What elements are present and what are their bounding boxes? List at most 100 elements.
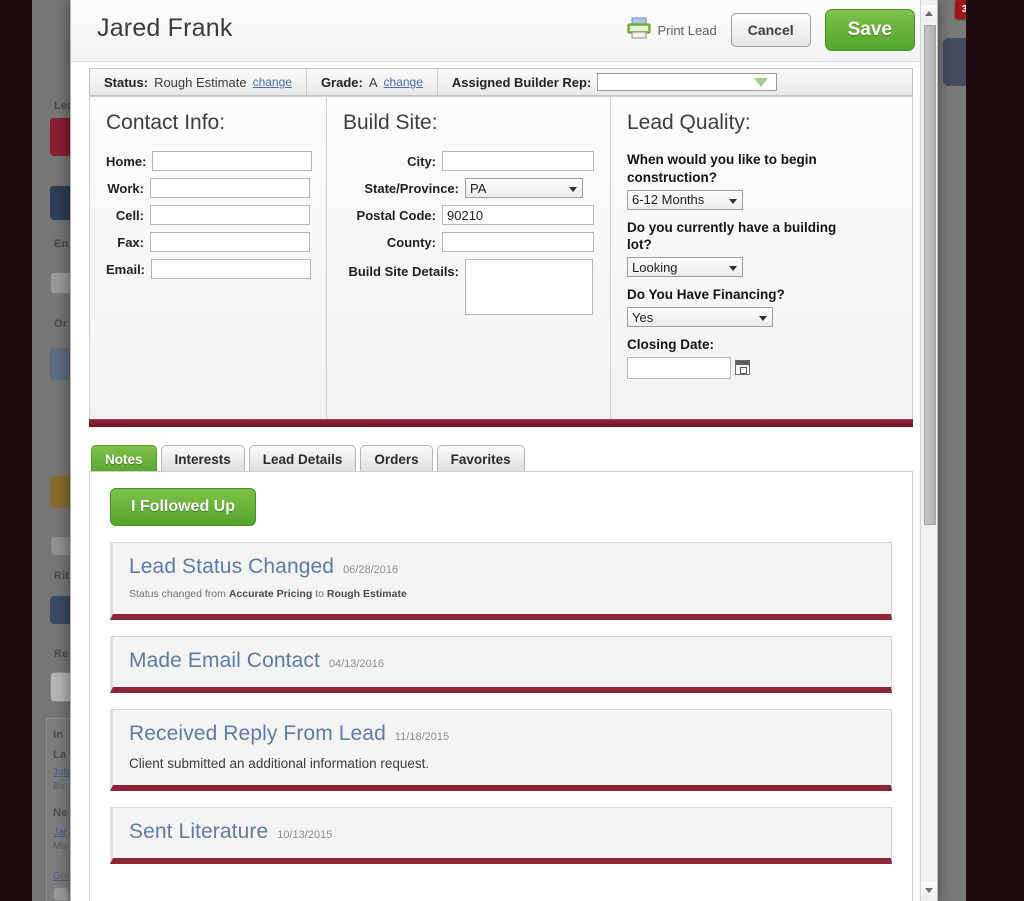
- state-value: PA: [470, 180, 487, 196]
- note-body: Client submitted an additional informati…: [129, 756, 430, 771]
- build-site-details-textarea[interactable]: [465, 259, 593, 315]
- i-followed-up-button[interactable]: I Followed Up: [110, 488, 256, 526]
- cell-phone-input[interactable]: [150, 205, 310, 225]
- save-button[interactable]: Save: [824, 9, 915, 51]
- closing-date-row: [627, 356, 896, 379]
- screen: Lea En Or Rit Re In La Joh Bir Ne Jar Mo…: [0, 0, 1024, 901]
- note-title: Sent Literature: [129, 820, 269, 843]
- contact-info-title: Contact Info:: [106, 111, 226, 134]
- info-row-2-link[interactable]: Gre: [53, 871, 70, 882]
- county-input[interactable]: [442, 232, 594, 252]
- notes-panel: I Followed Up Lead Status Changed 06/28/…: [89, 471, 913, 901]
- note-card[interactable]: Sent Literature 10/13/2015: [110, 807, 892, 864]
- info-row-0-sub: Bir: [53, 781, 66, 792]
- lead-quality-title: Lead Quality:: [627, 111, 751, 134]
- closing-date-input[interactable]: [627, 356, 731, 379]
- scroll-up-arrow[interactable]: [921, 5, 937, 22]
- page-title: Jared Frank: [97, 14, 233, 42]
- modal-scrollbar[interactable]: [920, 0, 937, 901]
- tab-interests[interactable]: Interests: [160, 445, 245, 472]
- info-row-1-link[interactable]: Jar: [53, 827, 67, 838]
- grade-value: A: [368, 74, 378, 90]
- field-row-home: Home:: [106, 151, 313, 171]
- sidebar-label-4: Re: [54, 648, 69, 660]
- scrollbar-thumb[interactable]: [924, 25, 936, 525]
- tab-orders[interactable]: Orders: [360, 445, 433, 472]
- fax-label: Fax:: [117, 235, 144, 250]
- field-row-fax: Fax:: [106, 232, 310, 252]
- note-date: 10/13/2015: [277, 829, 333, 841]
- chevron-down-icon: [729, 198, 737, 204]
- financing-value: Yes: [632, 309, 654, 325]
- note-header: Received Reply From Lead 11/18/2015: [129, 722, 875, 746]
- header-actions: Print Lead Cancel Save: [627, 9, 915, 51]
- print-lead-button[interactable]: Print Lead: [627, 17, 717, 44]
- fax-input[interactable]: [150, 232, 310, 252]
- note-header: Sent Literature 10/13/2015: [129, 820, 875, 844]
- sidebar-label-2: Or: [54, 318, 68, 330]
- note-title: Lead Status Changed: [129, 555, 335, 578]
- financing-label: Do You Have Financing?: [627, 287, 785, 303]
- grade-change-link[interactable]: change: [384, 75, 423, 89]
- building-lot-select[interactable]: Looking: [627, 257, 743, 278]
- build-site-details-label: Build Site Details:: [348, 264, 459, 279]
- note-body-mid: to: [312, 588, 327, 600]
- field-row-postal: Postal Code:: [343, 205, 594, 225]
- tab-notes[interactable]: Notes: [91, 445, 157, 472]
- city-input[interactable]: [442, 151, 594, 171]
- tab-lead-details[interactable]: Lead Details: [248, 445, 357, 472]
- page-backdrop-right: [966, 0, 1024, 901]
- sidebar-label-1: En: [54, 238, 69, 250]
- status-cell: Status: Rough Estimate change: [90, 69, 306, 95]
- info-row-2-icon: [53, 887, 69, 901]
- cell-label: Cell:: [115, 208, 144, 223]
- postal-code-input[interactable]: [442, 205, 594, 225]
- tab-bar: Notes Interests Lead Details Orders Favo…: [91, 442, 525, 472]
- note-body-from-status: Accurate Pricing: [228, 588, 313, 600]
- state-select[interactable]: PA: [465, 178, 583, 198]
- chevron-down-icon: [729, 266, 737, 272]
- closing-date-label: Closing Date:: [627, 337, 715, 353]
- tab-favorites[interactable]: Favorites: [436, 445, 525, 472]
- print-lead-label: Print Lead: [657, 22, 717, 38]
- note-card[interactable]: Lead Status Changed 06/28/2016 Status ch…: [110, 542, 892, 620]
- home-phone-input[interactable]: [152, 151, 313, 171]
- page-backdrop-left: [0, 0, 32, 901]
- info-card-heading: In: [53, 729, 64, 741]
- contact-info-panel: Contact Info: Home: Work: Cell: Fax: Ema…: [90, 97, 326, 421]
- note-date: 06/28/2016: [343, 564, 399, 576]
- home-label: Home:: [106, 154, 147, 169]
- city-label: City:: [407, 154, 436, 169]
- note-header: Made Email Contact 04/13/2016: [129, 649, 875, 673]
- chevron-down-icon: [569, 187, 577, 192]
- info-row-1-label: Ne: [53, 807, 68, 819]
- status-value: Rough Estimate: [154, 74, 247, 90]
- work-phone-input[interactable]: [150, 178, 310, 198]
- email-field[interactable]: [151, 259, 312, 279]
- sidebar-label-3: Rit: [54, 570, 70, 582]
- begin-construction-select[interactable]: 6-12 Months: [627, 189, 743, 210]
- field-row-work: Work:: [106, 178, 310, 198]
- note-card[interactable]: Received Reply From Lead 11/18/2015 Clie…: [110, 709, 892, 791]
- status-label: Status:: [104, 74, 149, 90]
- note-card[interactable]: Made Email Contact 04/13/2016: [110, 636, 892, 693]
- grade-cell: Grade: A change: [307, 69, 437, 95]
- caret-down-icon: [925, 888, 933, 893]
- financing-select[interactable]: Yes: [627, 307, 773, 328]
- assigned-rep-select[interactable]: [597, 73, 778, 91]
- grade-label: Grade:: [320, 74, 363, 90]
- field-row-cell: Cell:: [106, 205, 310, 225]
- build-site-panel: Build Site: City: State/Province: PA Pos…: [326, 97, 610, 421]
- status-change-link[interactable]: change: [253, 75, 292, 89]
- note-title: Received Reply From Lead: [129, 722, 386, 745]
- info-row-0-label: La: [53, 749, 67, 761]
- assigned-rep-label: Assigned Builder Rep:: [451, 74, 592, 90]
- scroll-down-arrow[interactable]: [921, 882, 937, 899]
- detail-panels: Contact Info: Home: Work: Cell: Fax: Ema…: [89, 96, 913, 421]
- cancel-button[interactable]: Cancel: [730, 13, 811, 47]
- calendar-icon[interactable]: [735, 359, 750, 375]
- field-row-build-details: Build Site Details:: [343, 259, 594, 315]
- field-row-email: Email:: [106, 259, 312, 279]
- note-body-prefix: Status changed from: [129, 588, 229, 600]
- info-row-0-link[interactable]: Joh: [53, 767, 69, 778]
